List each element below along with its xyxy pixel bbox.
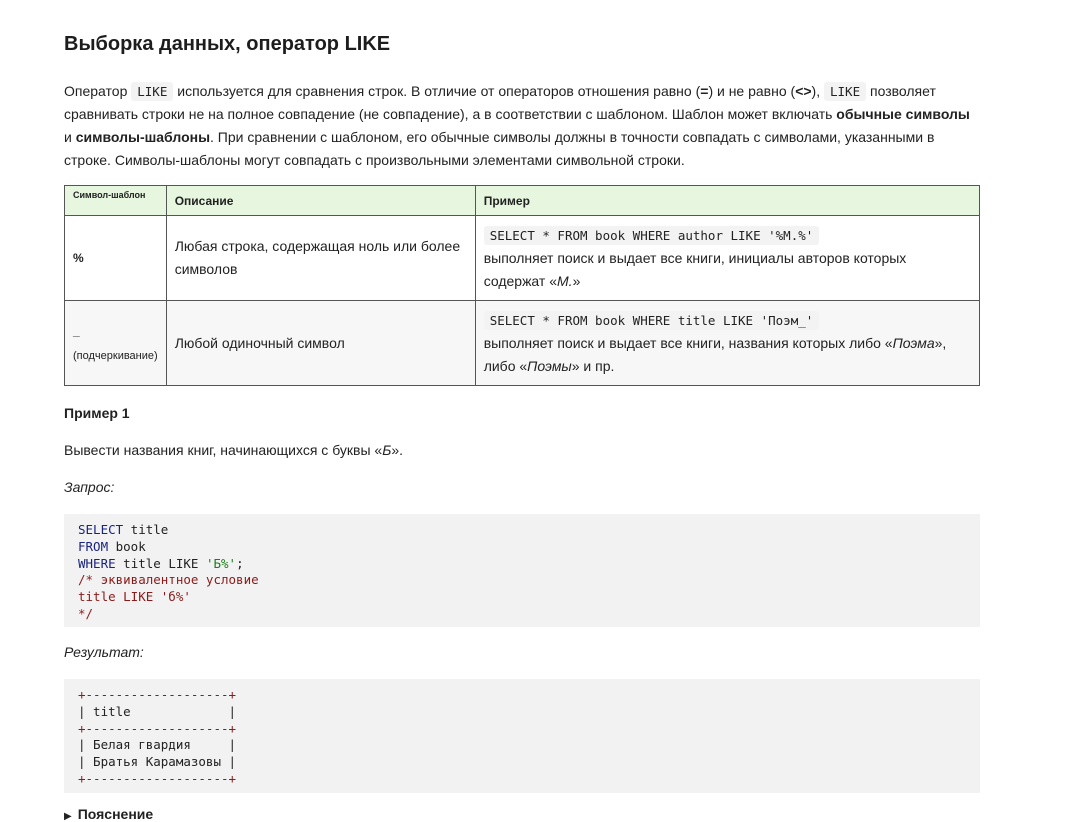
table-row: % Любая строка, содержащая ноль или боле… [64, 215, 981, 301]
example-cell: SELECT * FROM book WHERE author LIKE '%М… [474, 215, 981, 301]
query-label: Запрос: [64, 479, 115, 495]
example-code: SELECT * FROM book WHERE author LIKE '%М… [483, 225, 820, 245]
table-header-row: Символ-шаблон Описание Пример [64, 185, 981, 216]
example-heading: Пример 1 [64, 405, 130, 421]
symbol-cell: % [64, 215, 167, 301]
description-cell: Любая строка, содержащая ноль или более … [165, 215, 476, 301]
symbol-cell: _ (подчеркивание) [64, 300, 167, 386]
description-cell: Любой одиночный символ [165, 300, 476, 386]
explanation-toggle[interactable]: ▶ Пояснение [64, 806, 153, 822]
example-cell: SELECT * FROM book WHERE title LIKE 'Поэ… [474, 300, 981, 386]
inline-code-like: LIKE [131, 82, 174, 101]
intro-paragraph: Оператор LIKE используется для сравнения… [64, 82, 970, 168]
header-symbol: Символ-шаблон [64, 185, 167, 216]
page-title: Выборка данных, оператор LIKE [64, 33, 391, 55]
example-task: Вывести названия книг, начинающихся с бу… [64, 442, 404, 458]
wildcard-table: Символ-шаблон Описание Пример % Любая ст… [64, 185, 981, 386]
result-code-block[interactable]: +-------------------+ | title | +-------… [64, 679, 980, 793]
example-code: SELECT * FROM book WHERE title LIKE 'Поэ… [483, 310, 820, 330]
table-row: _ (подчеркивание) Любой одиночный символ … [64, 300, 981, 386]
header-example: Пример [474, 185, 981, 216]
triangle-right-icon: ▶ [64, 811, 72, 822]
query-code-block[interactable]: SELECT title FROM book WHERE title LIKE … [64, 514, 980, 627]
result-label: Результат: [64, 644, 144, 660]
header-description: Описание [165, 185, 476, 216]
inline-code-like: LIKE [824, 82, 867, 101]
